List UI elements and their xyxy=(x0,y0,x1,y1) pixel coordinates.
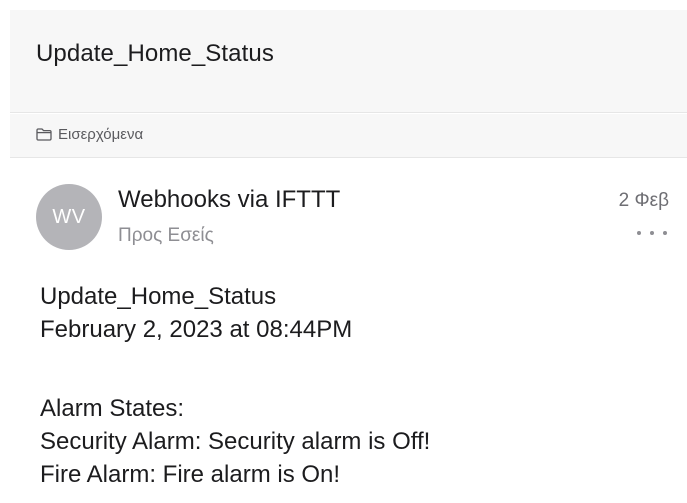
fire-alarm-status: Fire Alarm: Fire alarm is On! xyxy=(40,461,341,488)
avatar-initials: WV xyxy=(52,205,86,228)
security-alarm-status: Security Alarm: Security alarm is Off! xyxy=(40,428,431,455)
body-heading: Update_Home_Status xyxy=(40,283,277,310)
more-horizontal-icon xyxy=(663,231,667,235)
email-view: Update_Home_Status Εισερχόμενα WV Webhoo… xyxy=(0,0,687,503)
email-body: Update_Home_Status February 2, 2023 at 0… xyxy=(40,280,670,491)
alarm-states-title: Alarm States: xyxy=(40,395,185,422)
more-horizontal-icon xyxy=(650,231,654,235)
recipients-label[interactable]: Προς Εσείς xyxy=(118,225,214,247)
folder-icon xyxy=(36,128,52,141)
sender-name[interactable]: Webhooks via IFTTT xyxy=(118,186,340,214)
email-date: 2 Φεβ xyxy=(618,190,669,211)
body-timestamp: February 2, 2023 at 08:44PM xyxy=(40,316,353,343)
folder-label: Εισερχόμενα xyxy=(58,126,144,143)
more-options-button[interactable] xyxy=(637,222,667,244)
email-subject: Update_Home_Status xyxy=(36,40,274,67)
more-horizontal-icon xyxy=(637,231,641,235)
subject-header: Update_Home_Status xyxy=(10,10,687,113)
avatar[interactable]: WV xyxy=(36,184,102,250)
folder-breadcrumb[interactable]: Εισερχόμενα xyxy=(10,114,687,158)
